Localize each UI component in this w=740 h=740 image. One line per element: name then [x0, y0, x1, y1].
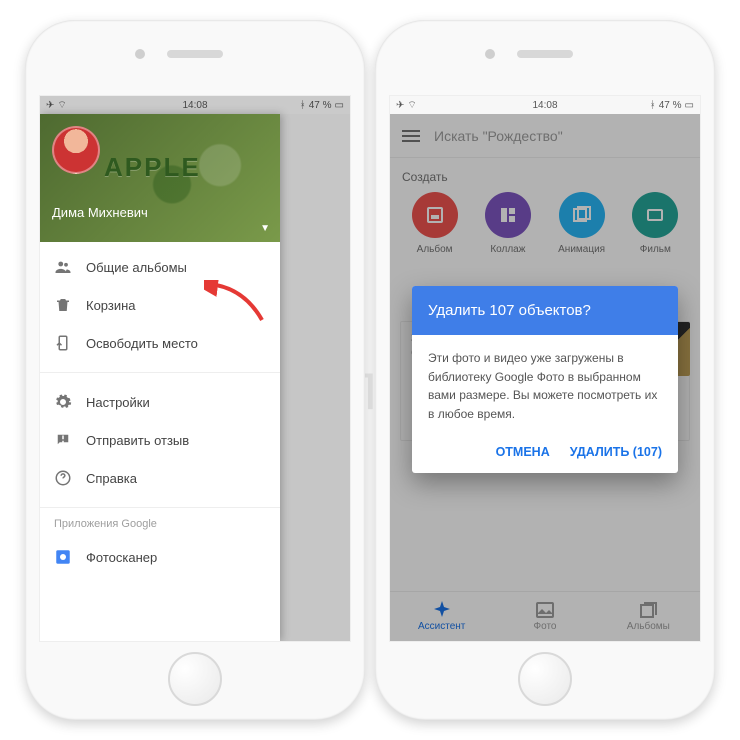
battery-icon: ▭ [685, 100, 694, 111]
dialog-confirm-button[interactable]: УДАЛИТЬ (107) [570, 445, 662, 459]
user-avatar[interactable] [52, 126, 100, 174]
feedback-icon [54, 431, 72, 449]
menu-label: Корзина [86, 298, 136, 313]
menu-photoscan[interactable]: Фотосканер [40, 538, 280, 576]
people-icon [54, 258, 72, 276]
menu-label: Настройки [86, 395, 150, 410]
phone-frame-right: ✈︎⌔ 14:08 ᚼ47 %▭ Искать "Рождество" Созд… [375, 20, 715, 720]
bluetooth-icon: ᚼ [650, 100, 656, 111]
home-button[interactable] [168, 652, 222, 706]
dialog-cancel-button[interactable]: ОТМЕНА [496, 445, 550, 459]
airplane-icon: ✈︎ [396, 100, 404, 111]
dialog-title: Удалить 107 объектов? [412, 286, 678, 335]
status-time: 14:08 [532, 100, 557, 111]
drawer-cover-art: APPLE [104, 152, 201, 183]
account-chevron-down-icon[interactable]: ▼ [260, 223, 270, 234]
menu-trash[interactable]: Корзина [40, 286, 280, 324]
menu-free-up-space[interactable]: Освободить место [40, 324, 280, 362]
photoscan-icon [54, 548, 72, 566]
drawer-header[interactable]: APPLE Дима Михневич ▼ [40, 114, 280, 242]
menu-label: Освободить место [86, 336, 198, 351]
google-apps-label: Приложения Google [40, 512, 280, 532]
menu-help[interactable]: Справка [40, 459, 280, 497]
dialog-body: Эти фото и видео уже загружены в библиот… [412, 335, 678, 437]
screen-left: ✈︎⌔ 14:08 ᚼ47 %▭ APPLE Дима Михневич ▼ [39, 95, 351, 642]
delete-dialog: Удалить 107 объектов? Эти фото и видео у… [412, 286, 678, 473]
menu-label: Справка [86, 471, 137, 486]
menu-label: Общие альбомы [86, 260, 187, 275]
wifi-icon: ⌔ [407, 99, 416, 112]
menu-feedback[interactable]: Отправить отзыв [40, 421, 280, 459]
battery-text: 47 % [659, 100, 682, 111]
menu-label: Отправить отзыв [86, 433, 189, 448]
menu-shared-albums[interactable]: Общие альбомы [40, 248, 280, 286]
user-name: Дима Михневич [52, 205, 148, 220]
gear-icon [54, 393, 72, 411]
phone-frame-left: ✈︎⌔ 14:08 ᚼ47 %▭ APPLE Дима Михневич ▼ [25, 20, 365, 720]
screen-right: ✈︎⌔ 14:08 ᚼ47 %▭ Искать "Рождество" Созд… [389, 95, 701, 642]
status-bar: ✈︎⌔ 14:08 ᚼ47 %▭ [390, 96, 700, 114]
menu-settings[interactable]: Настройки [40, 383, 280, 421]
help-icon [54, 469, 72, 487]
menu-label: Фотосканер [86, 550, 157, 565]
phone-clear-icon [54, 334, 72, 352]
navigation-drawer: APPLE Дима Михневич ▼ Общие альбомы [40, 114, 280, 641]
home-button[interactable] [518, 652, 572, 706]
trash-icon [54, 296, 72, 314]
